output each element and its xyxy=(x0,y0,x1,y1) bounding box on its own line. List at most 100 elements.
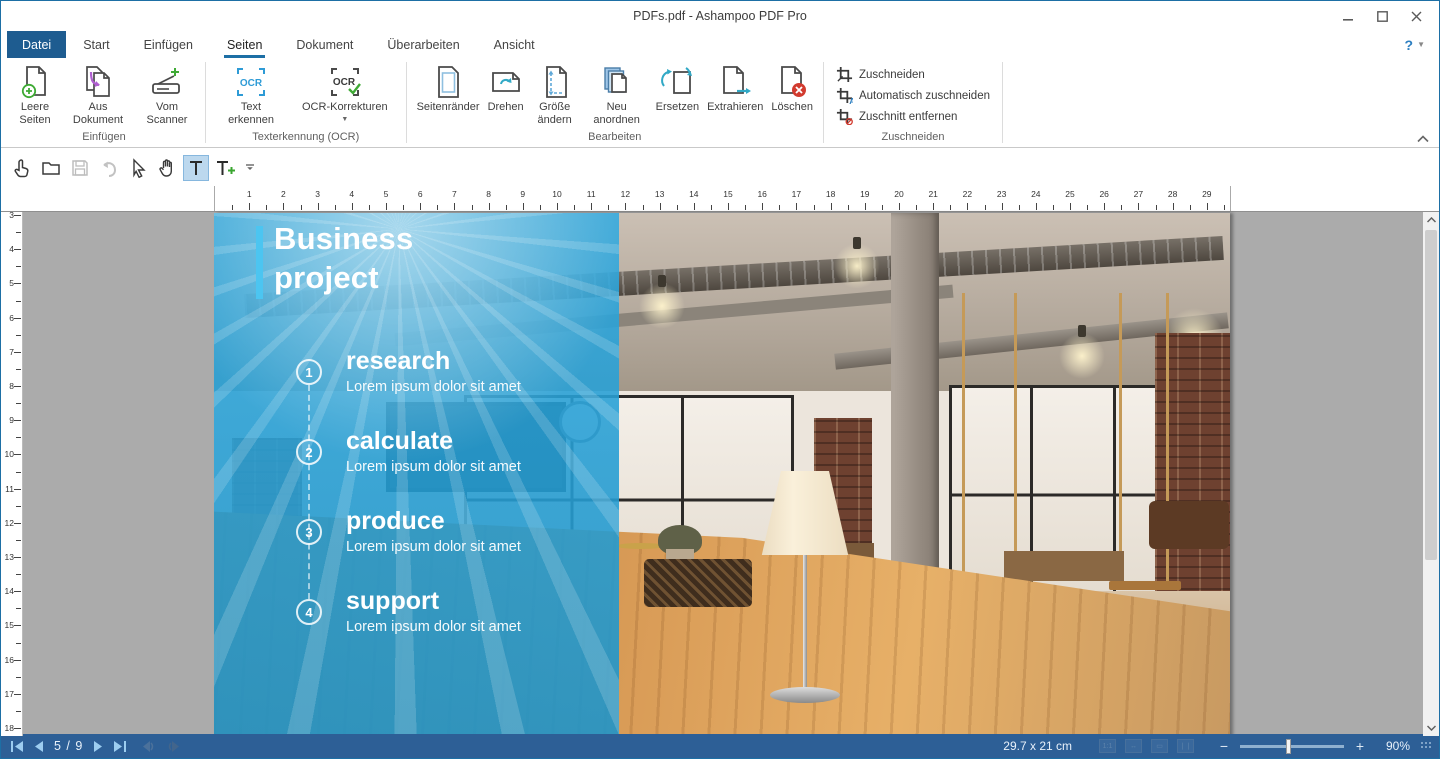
text-tool[interactable] xyxy=(183,155,209,181)
ruler-number: 16 xyxy=(757,189,766,199)
ersetzen-button[interactable]: Ersetzen xyxy=(652,60,703,114)
ruler-tick xyxy=(506,205,507,210)
ruler-tick xyxy=(916,205,917,210)
ruler-tick xyxy=(472,205,473,210)
last-page-button[interactable] xyxy=(113,741,126,752)
ruler-number: 28 xyxy=(1168,189,1177,199)
tab-seiten[interactable]: Seiten xyxy=(210,31,279,58)
close-button[interactable] xyxy=(1399,1,1433,31)
drehen-button[interactable]: Drehen xyxy=(484,60,528,114)
ruler-tick xyxy=(1207,203,1208,210)
ruler-tick xyxy=(14,215,21,216)
ruler-number: 23 xyxy=(997,189,1006,199)
document-size-label: 29.7 x 21 cm xyxy=(1003,739,1072,753)
ruler-tick xyxy=(660,203,661,210)
ruler-tick xyxy=(16,574,21,575)
finger-select-tool[interactable] xyxy=(9,155,35,181)
neu-anordnen-button[interactable]: Neu anordnen xyxy=(582,60,652,127)
leere-seiten-button[interactable]: Leere Seiten xyxy=(9,60,61,127)
scroll-down-icon[interactable] xyxy=(1423,720,1439,736)
photo-swing-seat xyxy=(1109,581,1181,590)
chevron-down-icon: ▼ xyxy=(1417,40,1425,49)
minimize-button[interactable] xyxy=(1331,1,1365,31)
crop-remove-icon xyxy=(836,108,853,125)
ruler-number: 17 xyxy=(792,189,801,199)
resize-grip[interactable] xyxy=(1421,742,1433,750)
zoom-slider-thumb[interactable] xyxy=(1286,739,1291,754)
vom-scanner-button[interactable]: Vom Scanner xyxy=(135,60,199,127)
seitenraender-button[interactable]: Seitenränder xyxy=(413,60,484,114)
open-file-button[interactable] xyxy=(38,155,64,181)
ruler-number: 12 xyxy=(3,518,14,528)
loeschen-button[interactable]: Löschen xyxy=(767,60,817,114)
pdf-page[interactable]: Business project 1 research Lorem ipsum … xyxy=(214,213,1230,737)
ruler-tick xyxy=(16,403,21,404)
ribbon-separator xyxy=(823,62,824,143)
ruler-number: 3 xyxy=(3,210,14,220)
ruler-tick xyxy=(711,205,712,210)
ruler-tick xyxy=(420,203,421,210)
ruler-tick xyxy=(1036,203,1037,210)
ocr-detect-icon: OCR xyxy=(233,63,269,101)
zuschnitt-entfernen-button[interactable]: Zuschnitt entfernen xyxy=(836,108,990,125)
ruler-tick xyxy=(335,205,336,210)
tab-einfuegen[interactable]: Einfügen xyxy=(127,31,210,58)
tab-ansicht[interactable]: Ansicht xyxy=(477,31,552,58)
zoom-slider[interactable] xyxy=(1240,745,1344,748)
actual-size-button[interactable]: 1:1 xyxy=(1099,739,1116,753)
ocr-korrekturen-button[interactable]: OCR OCR-Korrekturen ▼ xyxy=(298,60,392,123)
groesse-aendern-button[interactable]: Größe ändern xyxy=(528,60,582,127)
ruler-tick xyxy=(608,205,609,210)
ruler-tick xyxy=(14,352,21,353)
save-button[interactable] xyxy=(67,155,93,181)
page-indicator: 5 / 9 xyxy=(54,739,83,753)
ribbon-separator xyxy=(205,62,206,143)
group-label-ocr: Texterkennung (OCR) xyxy=(212,129,400,147)
tab-datei[interactable]: Datei xyxy=(7,31,66,58)
cursor-select-tool[interactable] xyxy=(125,155,151,181)
ribbon-group-ocr: OCR Text erkennen OCR OCR-Korrekturen ▼ … xyxy=(208,60,404,147)
previous-view-button[interactable] xyxy=(142,741,156,752)
previous-page-button[interactable] xyxy=(34,741,44,752)
svg-text:OCR: OCR xyxy=(240,78,263,89)
fit-width-button[interactable]: ↔ xyxy=(1125,739,1142,753)
ruler-tick xyxy=(643,205,644,210)
ruler-number: 15 xyxy=(723,189,732,199)
help-button[interactable]: ? ▼ xyxy=(1405,31,1439,58)
ruler-tick xyxy=(352,203,353,210)
zoom-out-button[interactable]: − xyxy=(1217,738,1231,754)
ruler-number: 27 xyxy=(1134,189,1143,199)
undo-button[interactable] xyxy=(96,155,122,181)
zuschneiden-button[interactable]: Zuschneiden xyxy=(836,66,990,83)
fit-page-button[interactable]: ▭ xyxy=(1151,739,1168,753)
tab-ueberarbeiten[interactable]: Überarbeiten xyxy=(370,31,476,58)
pan-hand-tool[interactable] xyxy=(154,155,180,181)
ruler-tick xyxy=(318,203,319,210)
ruler-number: 14 xyxy=(689,189,698,199)
next-page-button[interactable] xyxy=(93,741,103,752)
ruler-tick xyxy=(16,301,21,302)
reorder-pages-icon xyxy=(599,63,635,101)
add-text-tool[interactable] xyxy=(212,155,238,181)
aus-dokument-button[interactable]: Aus Dokument xyxy=(61,60,135,127)
ruler-number: 4 xyxy=(3,244,14,254)
scroll-up-icon[interactable] xyxy=(1423,212,1439,228)
collapse-ribbon-button[interactable] xyxy=(1417,135,1429,143)
next-view-button[interactable] xyxy=(166,741,180,752)
zoom-in-button[interactable]: + xyxy=(1353,738,1367,754)
text-erkennen-button[interactable]: OCR Text erkennen xyxy=(220,60,282,127)
maximize-button[interactable] xyxy=(1365,1,1399,31)
tab-dokument[interactable]: Dokument xyxy=(279,31,370,58)
vertical-scrollbar[interactable] xyxy=(1423,212,1439,736)
ruler-number: 6 xyxy=(3,313,14,323)
automatisch-zuschneiden-button[interactable]: A Automatisch zuschneiden xyxy=(836,87,990,104)
extrahieren-button[interactable]: Extrahieren xyxy=(703,60,767,114)
first-page-button[interactable] xyxy=(11,741,24,752)
item-number-badge: 3 xyxy=(296,519,322,545)
tab-start[interactable]: Start xyxy=(66,31,126,58)
scrollbar-thumb[interactable] xyxy=(1425,230,1437,560)
ruler-number: 10 xyxy=(552,189,561,199)
ruler-tick xyxy=(1190,205,1191,210)
more-tools-button[interactable] xyxy=(241,155,259,181)
facing-pages-button[interactable]: ❘❘ xyxy=(1177,739,1194,753)
